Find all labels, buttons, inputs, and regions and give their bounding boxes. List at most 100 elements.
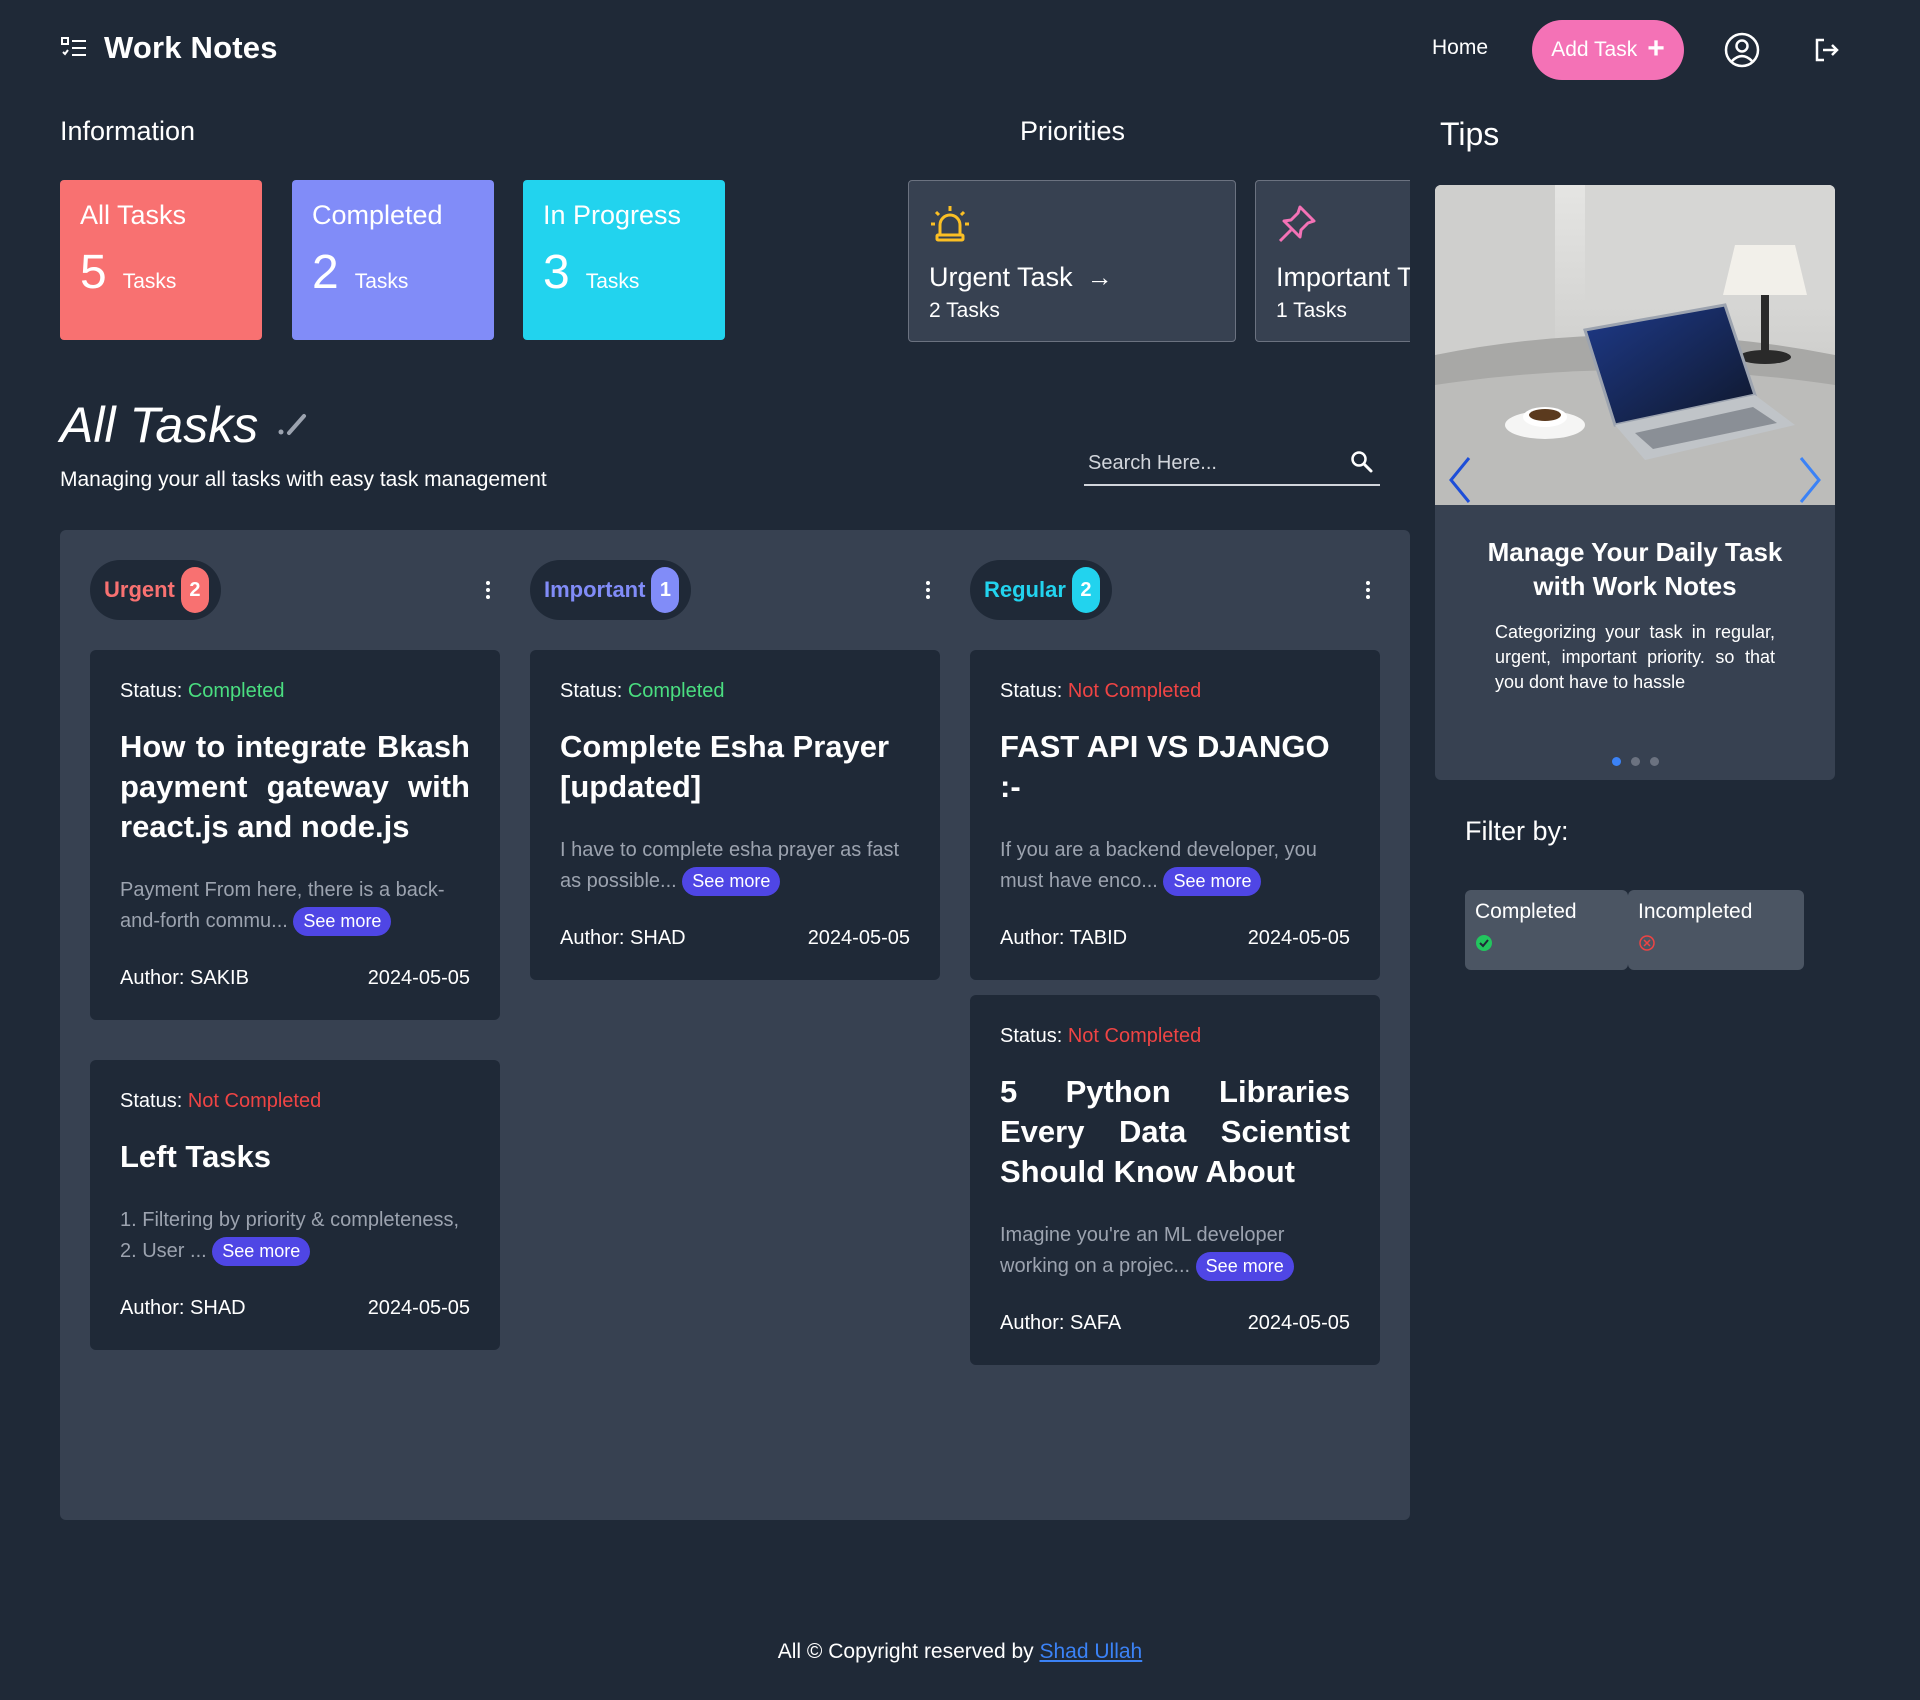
task-title: 5 Python Libraries Every Data Scientist … (1000, 1074, 1350, 1189)
status-label: Status: (1000, 680, 1063, 702)
task-desc: 1. Filtering by priority & completeness,… (120, 1205, 470, 1267)
add-task-button[interactable]: Add Task + (1532, 20, 1684, 80)
status-value: Not Completed (1067, 1025, 1202, 1047)
add-task-label: Add Task (1551, 38, 1638, 61)
task-status: Status: Not Completed (1000, 1025, 1350, 1048)
task-author: Author: SAKIB (120, 967, 249, 989)
see-more-button[interactable]: See more (1163, 867, 1262, 897)
task-card[interactable]: Status: Not Completed Left Tasks 1. Filt… (90, 1060, 500, 1350)
information-heading: Information (60, 116, 196, 146)
all-tasks-subtitle: Managing your all tasks with easy task m… (60, 468, 547, 491)
task-date: 2024-05-05 (1247, 1312, 1350, 1334)
stat-count: 5 (80, 246, 107, 299)
task-desc-text: If you are a backend developer, you must… (1000, 839, 1317, 892)
see-more-button[interactable]: See more (293, 907, 392, 937)
column-pill-important[interactable]: Important 1 (530, 560, 692, 620)
status-label: Status: (1000, 1025, 1063, 1047)
priority-card-urgent[interactable]: Urgent Task → 2 Tasks (908, 180, 1236, 342)
task-author: Author: TABID (1000, 927, 1128, 949)
brand[interactable]: Work Notes (60, 30, 278, 66)
column-count-badge: 1 (651, 567, 680, 613)
column-menu-icon[interactable] (1356, 576, 1380, 604)
laptop-on-sofa-image (1435, 185, 1835, 505)
siren-icon (931, 206, 969, 242)
task-desc-text: Payment From here, there is a back-and-f… (120, 879, 445, 932)
status-value: Completed (627, 680, 725, 702)
column-menu-icon[interactable] (476, 576, 500, 604)
carousel-dot[interactable] (1630, 757, 1640, 766)
footer-text: All © Copyright reserved by (777, 1640, 1040, 1663)
logout-icon[interactable] (1812, 36, 1840, 64)
column-count-badge: 2 (1071, 567, 1100, 613)
task-author: Author: SHAD (120, 1297, 246, 1319)
arrow-right-icon: → (1086, 262, 1113, 292)
all-tasks-title: All Tasks (60, 396, 310, 454)
priority-scroller[interactable]: Urgent Task → 2 Tasks Important Task 1 T… (908, 180, 1410, 344)
footer: All © Copyright reserved by Shad Ullah (0, 1640, 1920, 1664)
carousel-dot[interactable] (1649, 757, 1659, 766)
nav-home-link[interactable]: Home (1432, 36, 1488, 60)
all-tasks-title-text: All Tasks (60, 397, 259, 453)
filter-completed-button[interactable]: Completed (1465, 890, 1628, 970)
priority-name: Urgent Task (929, 262, 1073, 292)
stat-unit: Tasks (354, 270, 409, 293)
stat-name: In Progress (543, 200, 682, 230)
column-count-badge: 2 (180, 567, 209, 613)
carousel-indicators (1435, 757, 1835, 766)
task-card[interactable]: Status: Not Completed 5 Python Libraries… (970, 995, 1380, 1365)
footer-author-link[interactable]: Shad Ullah (1040, 1640, 1143, 1663)
task-desc: I have to complete esha prayer as fast a… (560, 835, 910, 897)
carousel-next-icon[interactable] (1795, 450, 1825, 510)
stat-name: All Tasks (80, 200, 187, 230)
search-icon[interactable] (1350, 450, 1374, 474)
stat-card-completed[interactable]: Completed 2 Tasks (292, 180, 494, 340)
carousel-prev-icon[interactable] (1445, 450, 1475, 510)
filter-label: Completed (1475, 900, 1577, 923)
tips-carousel: Manage Your Daily Task with Work Notes C… (1435, 185, 1835, 780)
tips-heading: Tips (1440, 116, 1500, 152)
status-value: Not Completed (1067, 680, 1202, 702)
filter-heading: Filter by: (1465, 816, 1569, 846)
stat-unit: Tasks (585, 270, 640, 293)
column-pill-urgent[interactable]: Urgent 2 (90, 560, 221, 620)
task-card[interactable]: Status: Completed Complete Esha Prayer [… (530, 650, 940, 980)
see-more-button[interactable]: See more (212, 1237, 311, 1267)
x-circle-icon (1639, 935, 1655, 951)
check-circle-icon (1476, 935, 1492, 951)
priorities-heading: Priorities (1020, 116, 1126, 146)
pin-icon (1278, 205, 1316, 243)
task-board: Urgent 2 Status: Completed How to integr… (60, 530, 1410, 1520)
status-value: Completed (187, 680, 285, 702)
filter-incompleted-button[interactable]: Incompleted (1628, 890, 1804, 970)
stat-count: 2 (312, 246, 339, 299)
see-more-button[interactable]: See more (682, 867, 781, 897)
column-urgent: Urgent 2 Status: Completed How to integr… (90, 560, 500, 1350)
filter-label: Incompleted (1638, 900, 1753, 923)
column-label: Regular (984, 577, 1066, 602)
column-pill-regular[interactable]: Regular 2 (970, 560, 1112, 620)
search-box (1084, 446, 1380, 486)
column-menu-icon[interactable] (916, 576, 940, 604)
priority-card-important[interactable]: Important Task 1 Tasks (1255, 180, 1410, 342)
status-value: Not Completed (187, 1090, 322, 1112)
task-date: 2024-05-05 (1247, 927, 1350, 949)
priority-count: 1 Tasks (1276, 299, 1347, 322)
see-more-button[interactable]: See more (1195, 1252, 1294, 1282)
task-status: Status: Not Completed (120, 1090, 470, 1113)
task-card[interactable]: Status: Completed How to integrate Bkash… (90, 650, 500, 1020)
task-desc: Payment From here, there is a back-and-f… (120, 875, 470, 937)
search-input[interactable] (1088, 452, 1338, 475)
task-card[interactable]: Status: Not Completed FAST API VS DJANGO… (970, 650, 1380, 980)
column-label: Important (544, 577, 646, 602)
task-author: Author: SHAD (560, 927, 686, 949)
plus-icon: + (1647, 31, 1665, 65)
column-label: Urgent (104, 577, 175, 602)
carousel-dot[interactable] (1611, 757, 1621, 766)
status-label: Status: (560, 680, 623, 702)
user-profile-icon[interactable] (1724, 32, 1760, 68)
stat-card-all-tasks[interactable]: All Tasks 5 Tasks (60, 180, 262, 340)
stat-card-in-progress[interactable]: In Progress 3 Tasks (523, 180, 725, 340)
task-desc: If you are a backend developer, you must… (1000, 835, 1350, 897)
stat-name: Completed (312, 200, 443, 230)
task-date: 2024-05-05 (807, 927, 910, 949)
